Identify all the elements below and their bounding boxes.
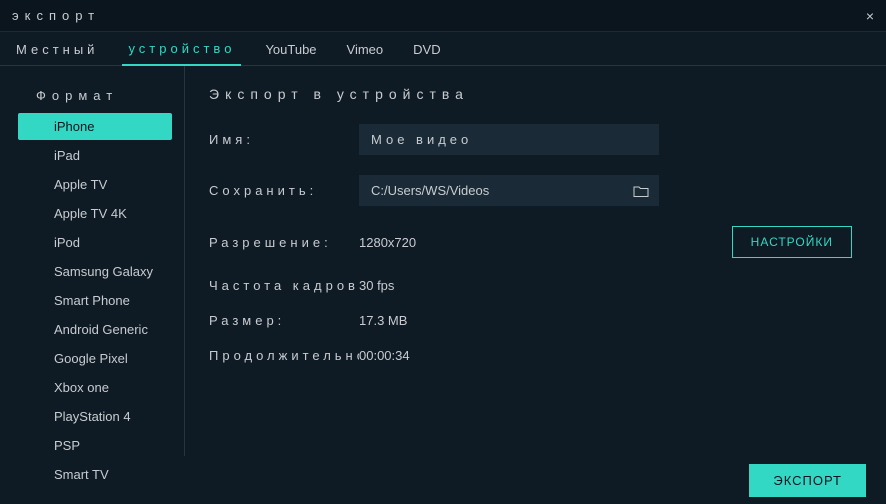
row-name: Имя: (209, 124, 862, 155)
row-duration: Продолжительность: 00:00:34 (209, 348, 862, 363)
save-input-wrap (359, 175, 659, 206)
tab-dvd[interactable]: DVD (407, 34, 446, 65)
sidebar-item-playstation-4[interactable]: PlayStation 4 (18, 403, 172, 430)
save-label: Сохранить: (209, 183, 359, 198)
sidebar-item-xbox-one[interactable]: Xbox one (18, 374, 172, 401)
sidebar-item-smart-tv[interactable]: Smart TV (18, 461, 172, 488)
sidebar-item-google-pixel[interactable]: Google Pixel (18, 345, 172, 372)
sidebar-item-apple-tv[interactable]: Apple TV (18, 171, 172, 198)
sidebar-item-ipad[interactable]: iPad (18, 142, 172, 169)
size-label: Размер: (209, 313, 359, 328)
tab-local[interactable]: Местный (10, 34, 104, 65)
sidebar-item-apple-tv-4k[interactable]: Apple TV 4K (18, 200, 172, 227)
settings-button[interactable]: НАСТРОЙКИ (732, 226, 852, 258)
folder-icon[interactable] (623, 185, 659, 197)
sidebar-item-iphone[interactable]: iPhone (18, 113, 172, 140)
tab-device[interactable]: устройство (122, 33, 241, 66)
duration-value: 00:00:34 (359, 348, 410, 363)
sidebar-item-samsung-galaxy[interactable]: Samsung Galaxy (18, 258, 172, 285)
sidebar-header: Формат (0, 84, 184, 113)
name-label: Имя: (209, 132, 359, 147)
framerate-label: Частота кадров: (209, 278, 359, 293)
sidebar-item-smart-phone[interactable]: Smart Phone (18, 287, 172, 314)
tab-vimeo[interactable]: Vimeo (341, 34, 390, 65)
row-resolution: Разрешение: 1280x720 НАСТРОЙКИ (209, 226, 862, 258)
export-button[interactable]: ЭКСПОРТ (749, 464, 866, 497)
tab-youtube[interactable]: YouTube (259, 34, 322, 65)
resolution-value: 1280x720 (359, 235, 416, 250)
sidebar-item-android-generic[interactable]: Android Generic (18, 316, 172, 343)
save-input[interactable] (359, 175, 623, 206)
size-value: 17.3 MB (359, 313, 407, 328)
window-title: экспорт (12, 8, 100, 23)
row-size: Размер: 17.3 MB (209, 313, 862, 328)
framerate-value: 30 fps (359, 278, 394, 293)
main-title: Экспорт в устройства (209, 86, 862, 102)
resolution-label: Разрешение: (209, 235, 359, 250)
close-icon[interactable]: × (866, 8, 874, 24)
sidebar-item-psp[interactable]: PSP (18, 432, 172, 459)
row-save: Сохранить: (209, 175, 862, 206)
body: Формат iPhone iPad Apple TV Apple TV 4K … (0, 66, 886, 456)
row-framerate: Частота кадров: 30 fps (209, 278, 862, 293)
tabs: Местный устройство YouTube Vimeo DVD (0, 32, 886, 66)
name-input[interactable] (359, 124, 659, 155)
sidebar-item-ipod[interactable]: iPod (18, 229, 172, 256)
titlebar: экспорт × (0, 0, 886, 32)
sidebar: Формат iPhone iPad Apple TV Apple TV 4K … (0, 66, 185, 456)
main-panel: Экспорт в устройства Имя: Сохранить: Раз… (185, 66, 886, 456)
duration-label: Продолжительность: (209, 348, 359, 363)
